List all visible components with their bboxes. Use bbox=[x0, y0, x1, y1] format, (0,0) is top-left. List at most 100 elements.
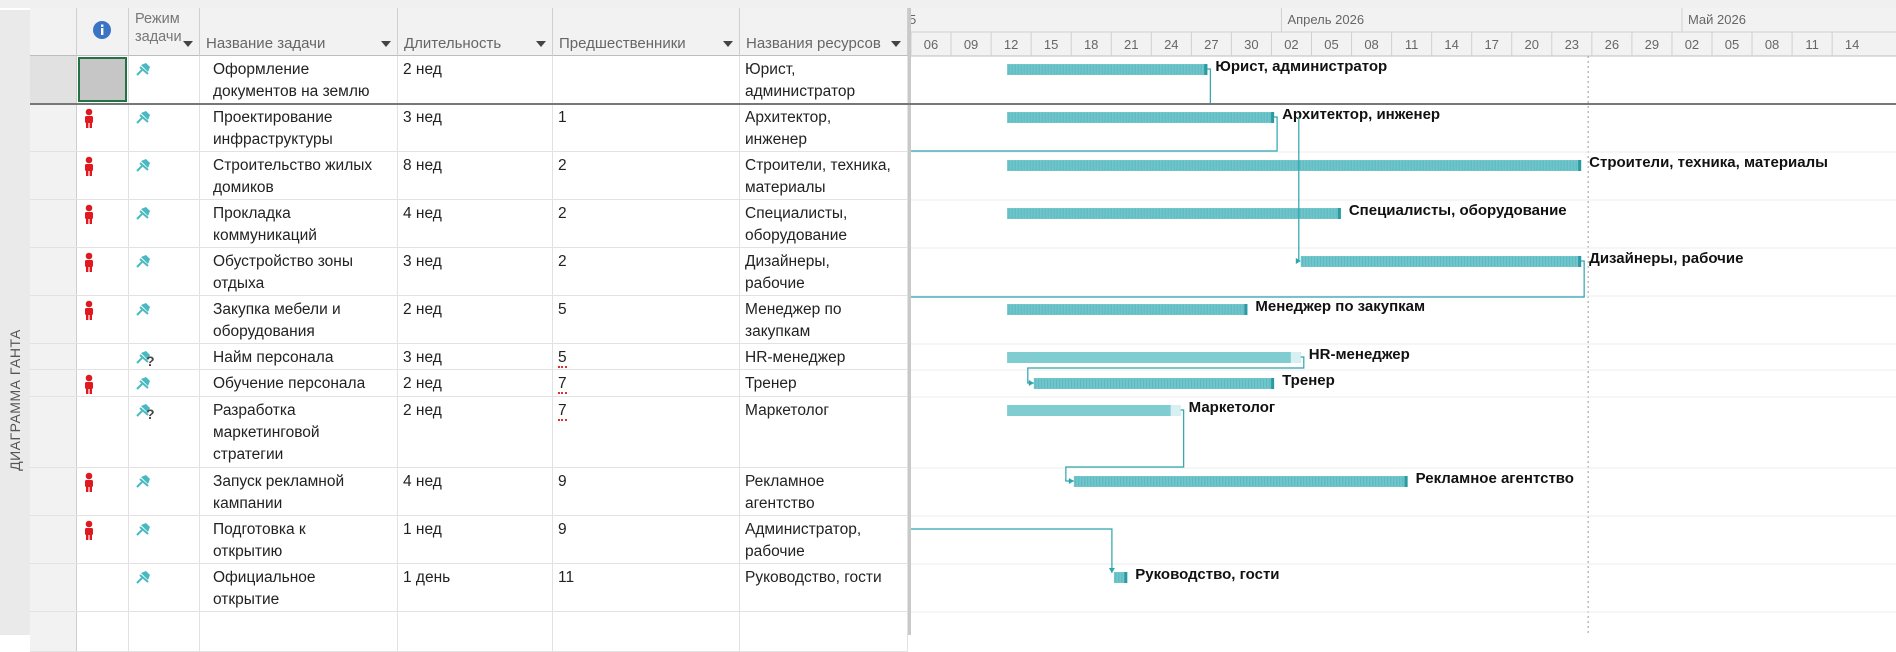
task-bar[interactable] bbox=[1007, 304, 1248, 315]
row-id-cell[interactable] bbox=[30, 296, 77, 343]
indicator-cell[interactable] bbox=[77, 370, 129, 396]
task-mode-cell[interactable] bbox=[129, 370, 200, 396]
predecessors-cell[interactable]: 2 bbox=[553, 152, 740, 199]
empty-cell[interactable] bbox=[77, 612, 129, 651]
duration-cell[interactable]: 1 нед bbox=[398, 516, 553, 563]
resource-names-cell[interactable]: Рекламное агентство bbox=[740, 468, 908, 515]
predecessors-cell[interactable]: 9 bbox=[553, 516, 740, 563]
resource-overallocated-icon[interactable] bbox=[82, 252, 96, 272]
row-id-cell[interactable] bbox=[30, 564, 77, 611]
task-name-cell[interactable]: Проектирование инфраструктуры bbox=[200, 104, 398, 151]
predecessors-filter-dropdown-icon[interactable] bbox=[723, 41, 733, 47]
row-id-cell[interactable] bbox=[30, 104, 77, 151]
view-bar[interactable]: ДИАГРАММА ГАНТА bbox=[0, 10, 30, 635]
dependency-link[interactable] bbox=[911, 528, 1113, 573]
task-bar[interactable] bbox=[1033, 378, 1275, 389]
resource-names-cell[interactable]: Дизайнеры, рабочие bbox=[740, 248, 908, 295]
indicator-cell[interactable] bbox=[77, 248, 129, 295]
duration-cell[interactable]: 2 нед bbox=[398, 397, 553, 467]
resource-names-cell[interactable]: Менеджер по закупкам bbox=[740, 296, 908, 343]
resource-names-cell[interactable]: Администратор, рабочие bbox=[740, 516, 908, 563]
task-name-cell[interactable]: Запуск рекламной кампании bbox=[200, 468, 398, 515]
task-name-cell[interactable]: Официальное открытие bbox=[200, 564, 398, 611]
duration-cell[interactable]: 3 нед bbox=[398, 344, 553, 369]
task-mode-cell[interactable] bbox=[129, 200, 200, 247]
resources-header[interactable]: Названия ресурсов bbox=[740, 8, 908, 56]
row-id-cell[interactable] bbox=[30, 56, 77, 103]
indicator-cell[interactable] bbox=[77, 152, 129, 199]
duration-header[interactable]: Длительность bbox=[398, 8, 553, 56]
task-mode-cell[interactable] bbox=[129, 104, 200, 151]
dependency-link[interactable] bbox=[1065, 409, 1185, 482]
resource-overallocated-icon[interactable] bbox=[82, 374, 96, 394]
indicator-cell[interactable] bbox=[77, 104, 129, 151]
task-mode-cell[interactable] bbox=[129, 564, 200, 611]
predecessors-cell[interactable]: 7 bbox=[553, 370, 740, 396]
mode-header[interactable]: Режим задачи bbox=[129, 8, 200, 56]
empty-cell[interactable] bbox=[398, 612, 553, 651]
table-row[interactable]: Официальное открытие 1 день 11 Руководство, … bbox=[30, 564, 908, 612]
empty-row[interactable] bbox=[30, 612, 908, 652]
predecessors-cell[interactable]: 2 bbox=[553, 200, 740, 247]
task-mode-cell[interactable]: ? bbox=[129, 397, 200, 467]
task-name-cell[interactable]: Закупка мебели и оборудования bbox=[200, 296, 398, 343]
indicator-cell[interactable] bbox=[77, 516, 129, 563]
duration-cell[interactable]: 4 нед bbox=[398, 200, 553, 247]
manual-task-bar[interactable] bbox=[1007, 405, 1181, 416]
row-id-cell[interactable] bbox=[30, 344, 77, 369]
table-row[interactable]: Запуск рекламной кампании 4 нед 9 Рекламное а… bbox=[30, 468, 908, 516]
duration-cell[interactable]: 4 нед bbox=[398, 468, 553, 515]
task-name-cell[interactable]: Оформление документов на землю bbox=[200, 56, 398, 103]
duration-cell[interactable]: 3 нед bbox=[398, 104, 553, 151]
indicator-cell[interactable] bbox=[77, 344, 129, 369]
resources-filter-dropdown-icon[interactable] bbox=[891, 41, 901, 47]
resource-names-cell[interactable]: Строители, техника, материалы bbox=[740, 152, 908, 199]
task-name-cell[interactable]: Строительство жилых домиков bbox=[200, 152, 398, 199]
resource-overallocated-icon[interactable] bbox=[82, 472, 96, 492]
indicator-cell[interactable] bbox=[77, 397, 129, 467]
row-id-cell[interactable] bbox=[30, 200, 77, 247]
task-mode-cell[interactable] bbox=[129, 248, 200, 295]
resource-overallocated-icon[interactable] bbox=[82, 156, 96, 176]
row-id-cell[interactable] bbox=[30, 370, 77, 396]
indicators-header[interactable] bbox=[77, 8, 129, 56]
predecessors-cell[interactable]: 5 bbox=[553, 344, 740, 369]
task-mode-cell[interactable] bbox=[129, 296, 200, 343]
task-name-cell[interactable]: Найм персонала bbox=[200, 344, 398, 369]
predecessors-cell[interactable]: 5 bbox=[553, 296, 740, 343]
task-mode-cell[interactable] bbox=[129, 56, 200, 103]
table-row[interactable]: Строительство жилых домиков 8 нед 2 Строител… bbox=[30, 152, 908, 200]
table-row[interactable]: ? Найм персонала 3 нед 5 HR-менеджер bbox=[30, 344, 908, 370]
duration-filter-dropdown-icon[interactable] bbox=[536, 41, 546, 47]
empty-cell[interactable] bbox=[740, 612, 908, 651]
duration-cell[interactable]: 1 день bbox=[398, 564, 553, 611]
duration-cell[interactable]: 2 нед bbox=[398, 296, 553, 343]
predecessors-cell[interactable]: 1 bbox=[553, 104, 740, 151]
row-id-cell[interactable] bbox=[30, 397, 77, 467]
dependency-link[interactable] bbox=[1207, 68, 1211, 103]
row-id-cell[interactable] bbox=[30, 516, 77, 563]
duration-cell[interactable]: 2 нед bbox=[398, 56, 553, 103]
indicator-cell[interactable] bbox=[77, 56, 129, 103]
predecessors-cell[interactable]: 2 bbox=[553, 248, 740, 295]
table-row[interactable]: Обустройство зоны отдыха 3 нед 2 Дизайнеры, р… bbox=[30, 248, 908, 296]
indicator-cell[interactable] bbox=[77, 200, 129, 247]
name-filter-dropdown-icon[interactable] bbox=[381, 41, 391, 47]
table-row[interactable]: ? Разработка маркетинговой стратегии 2 нед 7 М… bbox=[30, 397, 908, 468]
table-row[interactable]: Закупка мебели и оборудования 2 нед 5 Менедж… bbox=[30, 296, 908, 344]
resource-names-cell[interactable]: Руководство, гости bbox=[740, 564, 908, 611]
empty-cell[interactable] bbox=[200, 612, 398, 651]
resource-overallocated-icon[interactable] bbox=[82, 108, 96, 128]
empty-cell[interactable] bbox=[129, 612, 200, 651]
task-mode-cell[interactable] bbox=[129, 152, 200, 199]
duration-cell[interactable]: 3 нед bbox=[398, 248, 553, 295]
task-name-cell[interactable]: Подготовка к открытию bbox=[200, 516, 398, 563]
task-mode-cell[interactable] bbox=[129, 516, 200, 563]
manual-task-bar[interactable] bbox=[1007, 352, 1301, 363]
predecessors-header[interactable]: Предшественники bbox=[553, 8, 740, 56]
resource-names-cell[interactable]: Архитектор, инженер bbox=[740, 104, 908, 151]
table-row[interactable]: Обучение персонала 2 нед 7 Тренер bbox=[30, 370, 908, 397]
predecessors-cell[interactable]: 11 bbox=[553, 564, 740, 611]
predecessors-cell[interactable]: 9 bbox=[553, 468, 740, 515]
table-row[interactable]: Подготовка к открытию 1 нед 9 Администратор,… bbox=[30, 516, 908, 564]
